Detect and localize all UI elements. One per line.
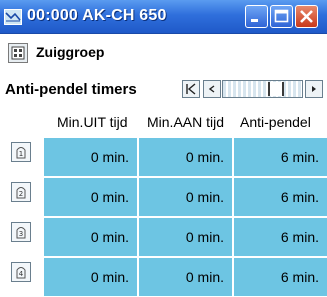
skip-first-icon [186,83,196,95]
page-scrollbar[interactable] [222,80,303,98]
column-header-min-uit: Min.UIT tijd [57,114,128,130]
cell-min-uit[interactable]: 0 min. [44,258,137,296]
compressor-3-icon[interactable]: 3 [11,222,31,242]
skip-first-button[interactable] [182,80,200,98]
minimize-button[interactable] [245,5,268,28]
cell-min-uit[interactable]: 0 min. [44,218,137,256]
cell-anti-pendel[interactable]: 6 min. [234,178,327,216]
table-row: 3 0 min. 0 min. 6 min. [0,218,327,257]
window-title: 00:000 AK-CH 650 [27,7,167,24]
group-label: Zuiggroep [36,44,105,60]
cell-min-uit[interactable]: 0 min. [44,178,137,216]
svg-text:1: 1 [19,150,23,158]
next-icon [312,86,316,92]
svg-text:4: 4 [19,270,24,278]
compressor-4-icon[interactable]: 4 [11,262,31,282]
prev-icon [208,85,215,93]
compressor-1-icon[interactable]: 1 [11,142,31,162]
compressor-2-icon[interactable]: 2 [11,182,31,202]
section-title: Anti-pendel timers [5,81,137,98]
app-icon [4,9,22,25]
device-group-icon[interactable] [8,43,28,63]
title-bar[interactable]: 00:000 AK-CH 650 [0,0,327,34]
maximize-button[interactable] [270,5,293,28]
table-row: 1 0 min. 0 min. 6 min. [0,138,327,177]
next-button[interactable] [305,80,323,98]
close-button[interactable] [295,5,318,28]
cell-min-aan[interactable]: 0 min. [139,218,232,256]
cell-min-aan[interactable]: 0 min. [139,138,232,176]
prev-button[interactable] [203,80,221,98]
table-row: 4 0 min. 0 min. 6 min. [0,258,327,297]
cell-min-uit[interactable]: 0 min. [44,138,137,176]
column-header-min-aan: Min.AAN tijd [147,114,225,130]
cell-min-aan[interactable]: 0 min. [139,178,232,216]
cell-anti-pendel[interactable]: 6 min. [234,218,327,256]
cell-min-aan[interactable]: 0 min. [139,258,232,296]
cell-anti-pendel[interactable]: 6 min. [234,258,327,296]
svg-text:3: 3 [19,230,23,238]
scroll-thumb[interactable] [268,82,284,96]
table-row: 2 0 min. 0 min. 6 min. [0,178,327,217]
svg-text:2: 2 [19,190,23,198]
column-header-anti-pendel: Anti-pendel [240,114,311,130]
cell-anti-pendel[interactable]: 6 min. [234,138,327,176]
